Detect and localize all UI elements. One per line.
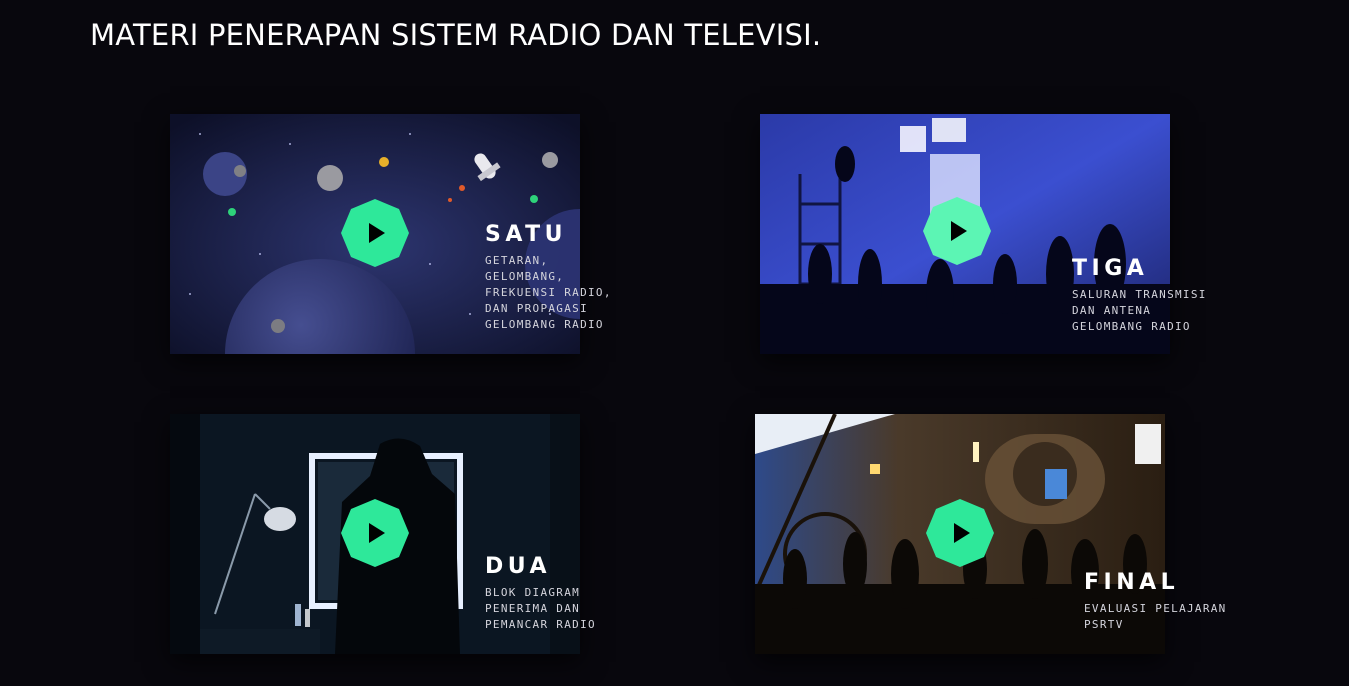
play-icon (341, 499, 409, 567)
play-button-dua[interactable] (340, 498, 410, 568)
card-info-dua: DUA BLOK DIAGRAM PENERIMA DAN PEMANCAR R… (485, 554, 655, 633)
card-title: FINAL (1084, 570, 1180, 595)
video-card-dua[interactable]: DUA BLOK DIAGRAM PENERIMA DAN PEMANCAR R… (170, 414, 595, 654)
play-button-tiga[interactable] (922, 196, 992, 266)
card-info-satu: SATU GETARAN, GELOMBANG, FREKUENSI RADIO… (485, 222, 655, 333)
play-button-satu[interactable] (340, 198, 410, 268)
play-icon (926, 499, 994, 567)
card-title: TIGA (1072, 256, 1149, 281)
card-description: EVALUASI PELAJARAN PSRTV (1084, 602, 1227, 631)
card-info-final: FINAL EVALUASI PELAJARAN PSRTV (1084, 570, 1274, 633)
card-title: SATU (485, 222, 568, 247)
card-info-tiga: TIGA SALURAN TRANSMISI DAN ANTENA GELOMB… (1072, 256, 1262, 335)
card-description: BLOK DIAGRAM PENERIMA DAN PEMANCAR RADIO (485, 586, 596, 631)
play-icon (923, 197, 991, 265)
video-card-final[interactable]: FINAL EVALUASI PELAJARAN PSRTV (755, 414, 1225, 654)
video-card-satu[interactable]: SATU GETARAN, GELOMBANG, FREKUENSI RADIO… (170, 114, 610, 354)
play-icon (341, 199, 409, 267)
card-title: DUA (485, 554, 551, 579)
play-button-final[interactable] (925, 498, 995, 568)
card-description: GETARAN, GELOMBANG, FREKUENSI RADIO, DAN… (485, 254, 612, 331)
card-description: SALURAN TRANSMISI DAN ANTENA GELOMBANG R… (1072, 288, 1207, 333)
page-title: MATERI PENERAPAN SISTEM RADIO DAN TELEVI… (90, 18, 822, 52)
video-card-tiga[interactable]: TIGA SALURAN TRANSMISI DAN ANTENA GELOMB… (760, 114, 1205, 354)
